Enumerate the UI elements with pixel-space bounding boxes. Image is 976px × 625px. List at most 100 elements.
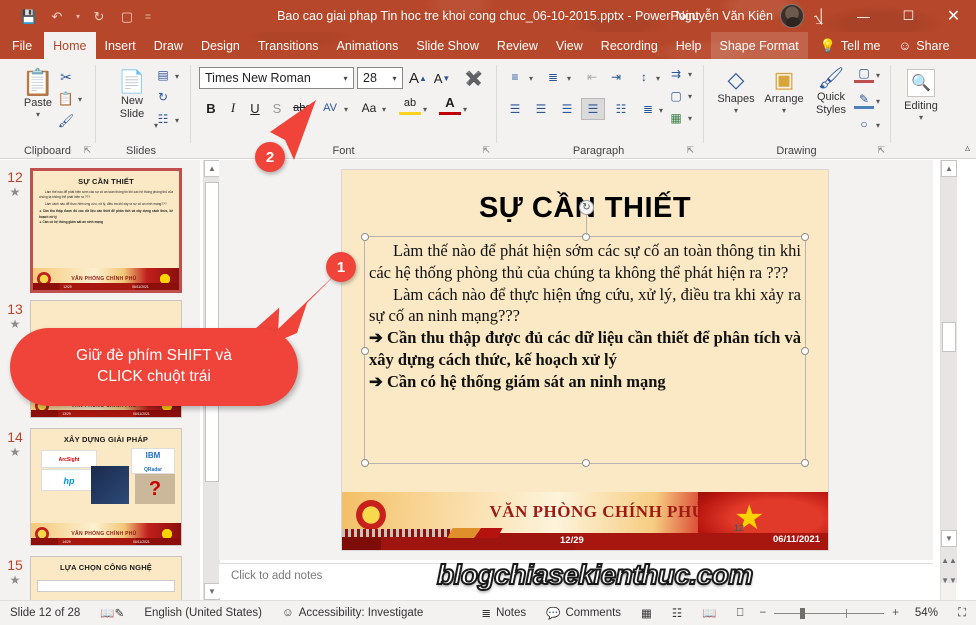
arrange-dropdown-icon[interactable]: ▾ (782, 106, 786, 115)
change-case-button[interactable]: Aa (357, 97, 381, 119)
cut-icon[interactable]: ✂ (56, 67, 76, 87)
resize-handle-s[interactable] (582, 459, 590, 467)
format-painter-icon[interactable]: 🖌 (56, 111, 76, 131)
comments-button[interactable]: 💬 Comments (536, 606, 631, 620)
tab-home[interactable]: Home (44, 32, 96, 59)
view-slide-sorter-button[interactable]: ☷ (662, 606, 692, 620)
view-normal-button[interactable]: ▦ (631, 606, 662, 620)
spellcheck-icon[interactable]: 📖✎ (90, 606, 134, 620)
font-dialog-launcher[interactable]: ⇱ (482, 145, 490, 156)
tab-file[interactable]: File (0, 32, 44, 59)
bullets-dropdown-icon[interactable]: ▾ (529, 74, 533, 83)
tab-view[interactable]: View (547, 32, 592, 59)
redo-icon[interactable]: ↻ (86, 4, 112, 28)
section-dropdown-icon[interactable]: ▾ (175, 116, 179, 125)
thumbnail-slide-14[interactable]: XÂY DỰNG GIẢI PHÁP ArcSight hp IBM QRadar… (30, 428, 182, 546)
align-text-dropdown-icon[interactable]: ▾ (688, 92, 692, 101)
scroll-down-icon[interactable]: ▼ (941, 530, 957, 547)
justify-icon[interactable]: ☰ (581, 98, 605, 120)
tab-insert[interactable]: Insert (96, 32, 145, 59)
slide-scrollbar[interactable]: ▲ ▼ ▲▲ ▼▼ (940, 160, 957, 600)
drawing-dialog-launcher[interactable]: ⇱ (877, 145, 885, 156)
next-slide-icon[interactable]: ▼▼ (941, 572, 957, 589)
change-case-dropdown-icon[interactable]: ▾ (382, 105, 386, 114)
zoom-track[interactable] (774, 607, 885, 619)
tab-transitions[interactable]: Transitions (249, 32, 328, 59)
thumbnail-item-12[interactable]: 12 ★ SỰ CẦN THIẾT Làm thế nào để phát hi… (0, 168, 200, 293)
increase-indent-icon[interactable]: ⇥ (605, 67, 627, 87)
resize-handle-e[interactable] (801, 347, 809, 355)
text-columns-icon[interactable]: ≣ (637, 99, 659, 119)
editing-button[interactable]: 🔍 Editing ▾ (899, 69, 943, 122)
maximize-button[interactable]: ☐ (886, 0, 931, 32)
tab-review[interactable]: Review (488, 32, 547, 59)
thumbnail-scroll-down-icon[interactable]: ▼ (204, 583, 220, 600)
accessibility-indicator[interactable]: ☺ Accessibility: Investigate (272, 607, 433, 619)
zoom-out-button[interactable]: − (759, 607, 774, 619)
arrange-button[interactable]: ▣ Arrange ▾ (760, 67, 808, 115)
zoom-in-button[interactable]: + (884, 607, 899, 619)
new-slide-button[interactable]: 📄 New Slide (108, 69, 156, 120)
character-spacing-dropdown-icon[interactable]: ▾ (344, 105, 348, 114)
view-slideshow-button[interactable]: ⎕ (727, 607, 754, 620)
font-color-dropdown-icon[interactable]: ▾ (463, 105, 467, 114)
align-text-icon[interactable]: ▢ (665, 86, 687, 106)
resize-handle-ne[interactable] (801, 233, 809, 241)
decrease-indent-icon[interactable]: ⇤ (581, 67, 603, 87)
columns-icon[interactable]: ☷ (609, 99, 633, 119)
text-highlight-dropdown-icon[interactable]: ▾ (423, 105, 427, 114)
resize-handle-nw[interactable] (361, 233, 369, 241)
view-reading-button[interactable]: 📖 (692, 606, 726, 620)
zoom-knob[interactable] (800, 607, 806, 619)
close-button[interactable]: ✕ (931, 0, 976, 32)
previous-slide-icon[interactable]: ▲▲ (941, 552, 957, 569)
layout-icon[interactable]: ▤ (152, 65, 174, 85)
font-color-button[interactable]: A (439, 93, 461, 115)
editing-dropdown-icon[interactable]: ▾ (919, 113, 923, 122)
paragraph-dialog-launcher[interactable]: ⇱ (686, 145, 694, 156)
shapes-dropdown-icon[interactable]: ▾ (734, 106, 738, 115)
thumbnail-item-14[interactable]: 14 ★ XÂY DỰNG GIẢI PHÁP ArcSight hp IBM Q… (0, 428, 200, 546)
text-columns-dropdown-icon[interactable]: ▾ (659, 106, 663, 115)
shape-effects-dropdown-icon[interactable]: ▾ (876, 121, 880, 130)
tab-shape-format[interactable]: Shape Format (710, 32, 808, 59)
section-icon[interactable]: ☷ (152, 109, 174, 129)
shape-effects-icon[interactable]: ○ (854, 115, 874, 133)
line-spacing-dropdown-icon[interactable]: ▾ (656, 74, 660, 83)
decrease-font-size-button[interactable]: A ▼ (431, 67, 453, 89)
minimize-button[interactable]: — (841, 0, 886, 32)
clipboard-dialog-launcher[interactable]: ⇱ (83, 145, 91, 156)
thumbnail-scroll-up-icon[interactable]: ▲ (204, 160, 220, 177)
ribbon-display-options-icon[interactable]: ⎷̲ (796, 0, 841, 32)
font-name-dropdown-icon[interactable]: ▾ (338, 74, 353, 83)
undo-icon[interactable]: ↶ (44, 4, 70, 28)
slide-counter[interactable]: Slide 12 of 28 (0, 607, 90, 619)
text-highlight-button[interactable]: ab (399, 93, 421, 115)
bullets-icon[interactable]: ≡ (503, 67, 527, 87)
quick-styles-button[interactable]: 🖌 Quick Styles (808, 67, 854, 116)
tab-help[interactable]: Help (667, 32, 711, 59)
resize-handle-se[interactable] (801, 459, 809, 467)
reset-slide-icon[interactable]: ↻ (152, 87, 174, 107)
undo-dropdown-icon[interactable]: ▾ (72, 12, 84, 21)
tab-slide-show[interactable]: Slide Show (407, 32, 488, 59)
notes-button[interactable]: ≣ Notes (471, 606, 536, 620)
convert-smartart-icon[interactable]: ▦ (665, 108, 687, 128)
share-button[interactable]: ☺ Share (889, 32, 960, 59)
tab-design[interactable]: Design (192, 32, 249, 59)
font-name-input[interactable]: Times New Roman ▾ (199, 67, 354, 89)
shapes-button[interactable]: ◇ Shapes ▾ (712, 67, 760, 115)
layout-dropdown-icon[interactable]: ▾ (175, 72, 179, 81)
text-direction-dropdown-icon[interactable]: ▾ (688, 70, 692, 79)
numbering-dropdown-icon[interactable]: ▾ (567, 74, 571, 83)
tab-animations[interactable]: Animations (328, 32, 408, 59)
thumbnail-item-15[interactable]: 15 ★ LỰA CHỌN CÔNG NGHỆ (0, 556, 200, 600)
current-slide[interactable]: SỰ CẦN THIẾT Làm thế nào để phát hiện sớ… (342, 170, 828, 550)
shape-outline-icon[interactable]: ✎ (854, 91, 874, 109)
tab-draw[interactable]: Draw (145, 32, 192, 59)
zoom-level[interactable]: 54% (905, 607, 948, 619)
fit-slide-button[interactable]: ⛶ (948, 607, 976, 620)
align-left-icon[interactable]: ☰ (503, 99, 527, 119)
align-center-icon[interactable]: ☰ (529, 99, 553, 119)
paste-dropdown-icon[interactable]: ▾ (36, 110, 40, 119)
